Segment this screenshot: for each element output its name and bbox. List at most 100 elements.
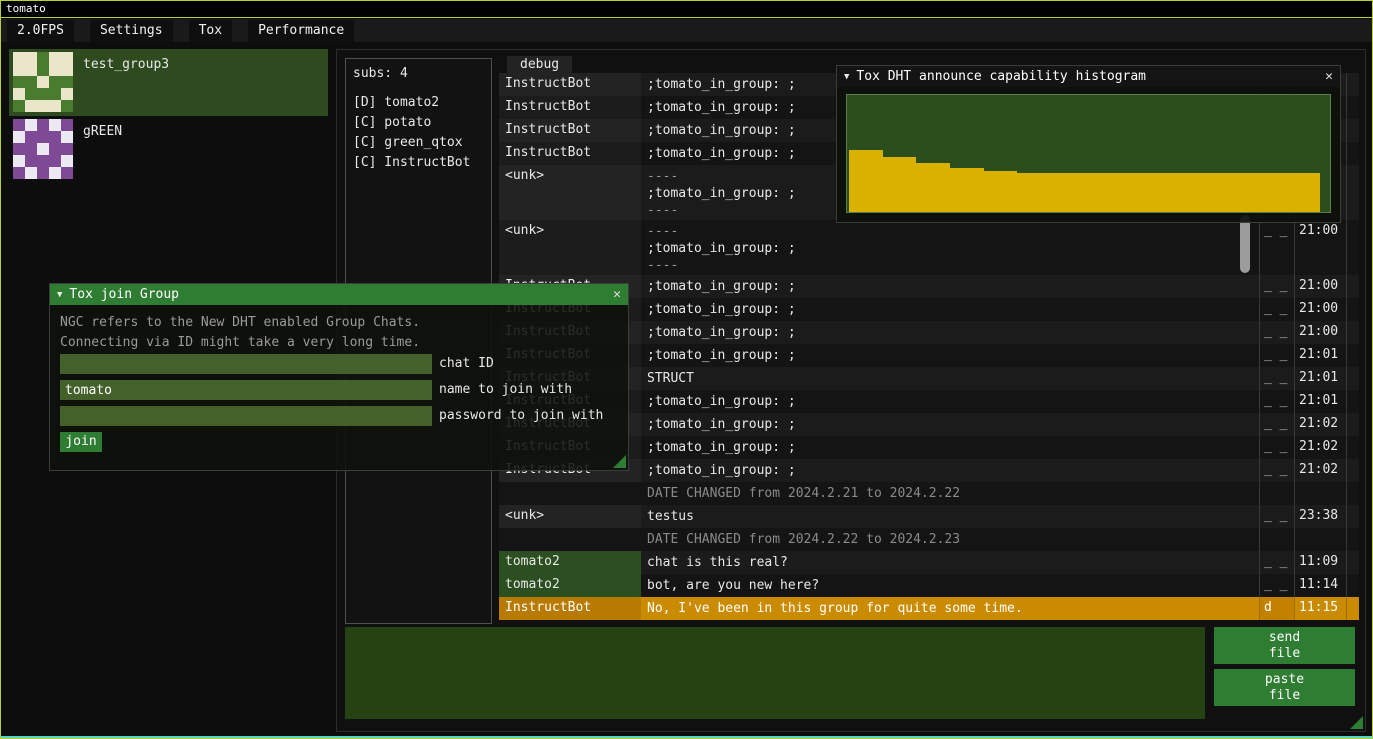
message-row[interactable]: tomato2chat is this real?_ _11:09 bbox=[499, 551, 1359, 574]
button-label-line: send bbox=[1269, 630, 1300, 646]
message-text: No, I've been in this group for quite so… bbox=[641, 597, 1259, 620]
message-author: InstructBot bbox=[499, 142, 641, 165]
member-item[interactable]: [D] tomato2 bbox=[353, 93, 491, 113]
date-changed-text: DATE CHANGED from 2024.2.21 to 2024.2.22 bbox=[641, 482, 1259, 505]
message-time: 23:38 bbox=[1295, 505, 1347, 528]
histogram-bar bbox=[1051, 173, 1068, 212]
message-text: ;tomato_in_group: ; bbox=[641, 459, 1259, 482]
message-input[interactable] bbox=[345, 627, 1205, 719]
message-time: 21:00 bbox=[1295, 275, 1347, 298]
message-time: 21:02 bbox=[1295, 436, 1347, 459]
button-label-line: file bbox=[1269, 688, 1300, 704]
join-button[interactable]: join bbox=[60, 432, 102, 452]
message-author: <unk> bbox=[499, 220, 641, 275]
histogram-bar bbox=[1034, 173, 1051, 212]
join-body: NGC refers to the New DHT enabled Group … bbox=[50, 305, 628, 470]
join-group-window: ▼ Tox join Group ✕ NGC refers to the New… bbox=[49, 283, 629, 471]
chat-id-input[interactable] bbox=[60, 354, 432, 374]
resize-grip-icon[interactable] bbox=[1350, 716, 1363, 729]
group-avatar bbox=[13, 52, 73, 112]
message-time: 21:01 bbox=[1295, 344, 1347, 367]
resize-grip-icon[interactable] bbox=[613, 455, 626, 468]
join-info-line-1: NGC refers to the New DHT enabled Group … bbox=[60, 313, 420, 333]
member-item[interactable]: [C] potato bbox=[353, 113, 491, 133]
close-icon[interactable]: ✕ bbox=[613, 287, 621, 302]
histogram-bar bbox=[1287, 173, 1304, 212]
join-titlebar[interactable]: ▼ Tox join Group ✕ bbox=[50, 284, 628, 305]
message-time: 21:00 bbox=[1295, 298, 1347, 321]
message-author: InstructBot bbox=[499, 119, 641, 142]
histogram-titlebar[interactable]: ▼ Tox DHT announce capability histogram … bbox=[837, 66, 1340, 87]
field-label: password to join with bbox=[439, 406, 603, 426]
message-text: ;tomato_in_group: ; bbox=[641, 413, 1259, 436]
message-time: 21:02 bbox=[1295, 413, 1347, 436]
send-file-button[interactable]: send file bbox=[1214, 627, 1355, 664]
histogram-bar bbox=[1085, 173, 1102, 212]
menu-item-tox[interactable]: Tox bbox=[189, 20, 232, 42]
button-label-line: paste bbox=[1265, 672, 1304, 688]
message-time: 11:15 bbox=[1295, 597, 1347, 620]
message-row[interactable]: <unk>----;tomato_in_group: ;----_ _21:00 bbox=[499, 220, 1359, 275]
histogram-bar bbox=[916, 163, 933, 212]
group-list: test_group3gREEN bbox=[9, 49, 328, 183]
window-bottom-edge bbox=[1, 736, 1372, 738]
histogram-bar bbox=[950, 168, 967, 212]
message-text: ;tomato_in_group: ; bbox=[641, 298, 1259, 321]
menu-item-performance[interactable]: Performance bbox=[248, 20, 354, 42]
message-flags: _ _ bbox=[1259, 505, 1295, 528]
date-separator-row[interactable]: DATE CHANGED from 2024.2.21 to 2024.2.22 bbox=[499, 482, 1359, 505]
join-fields: chat IDname to join withpassword to join… bbox=[60, 354, 603, 432]
histogram-bar bbox=[1270, 173, 1287, 212]
tab-debug[interactable]: debug bbox=[507, 56, 572, 73]
histogram-bar bbox=[1068, 173, 1085, 212]
message-flags: _ _ bbox=[1259, 390, 1295, 413]
histogram-bar bbox=[1135, 173, 1152, 212]
member-item[interactable]: [C] InstructBot bbox=[353, 153, 491, 173]
close-icon[interactable]: ✕ bbox=[1325, 69, 1333, 84]
histogram-bar bbox=[1219, 173, 1236, 212]
message-author: InstructBot bbox=[499, 73, 641, 96]
message-flags: _ _ bbox=[1259, 436, 1295, 459]
histogram-bar bbox=[866, 150, 883, 212]
message-flags: _ _ bbox=[1259, 413, 1295, 436]
message-text: bot, are you new here? bbox=[641, 574, 1259, 597]
histogram-bar bbox=[933, 163, 950, 212]
message-row[interactable]: tomato2bot, are you new here?_ _11:14 bbox=[499, 574, 1359, 597]
menu-item-settings[interactable]: Settings bbox=[90, 20, 173, 42]
collapse-arrow-icon[interactable]: ▼ bbox=[57, 290, 62, 300]
date-separator-row[interactable]: DATE CHANGED from 2024.2.22 to 2024.2.23 bbox=[499, 528, 1359, 551]
message-flags bbox=[1259, 482, 1295, 505]
collapse-arrow-icon[interactable]: ▼ bbox=[844, 72, 849, 82]
message-flags: _ _ bbox=[1259, 551, 1295, 574]
message-row[interactable]: InstructBotNo, I've been in this group f… bbox=[499, 597, 1359, 620]
histogram-bar bbox=[899, 157, 916, 212]
join-name-input[interactable] bbox=[60, 380, 432, 400]
histogram-body bbox=[837, 87, 1340, 222]
chat-scrollbar[interactable] bbox=[1240, 215, 1250, 273]
histogram-bar bbox=[1169, 173, 1186, 212]
message-author: InstructBot bbox=[499, 96, 641, 119]
titlebar[interactable]: tomato bbox=[1, 1, 1372, 18]
message-author: <unk> bbox=[499, 165, 641, 220]
message-flags: _ _ bbox=[1259, 275, 1295, 298]
member-item[interactable]: [C] green_qtox bbox=[353, 133, 491, 153]
date-changed-text: DATE CHANGED from 2024.2.22 to 2024.2.23 bbox=[641, 528, 1259, 551]
group-item-test_group3[interactable]: test_group3 bbox=[9, 49, 328, 116]
paste-file-button[interactable]: paste file bbox=[1214, 669, 1355, 706]
message-flags: _ _ bbox=[1259, 298, 1295, 321]
join-password-input[interactable] bbox=[60, 406, 432, 426]
message-time: 11:09 bbox=[1295, 551, 1347, 574]
group-item-gREEN[interactable]: gREEN bbox=[9, 116, 328, 183]
message-row[interactable]: <unk>testus_ _23:38 bbox=[499, 505, 1359, 528]
message-flags: _ _ bbox=[1259, 459, 1295, 482]
histogram-bar bbox=[1186, 173, 1203, 212]
histogram-bar bbox=[1017, 173, 1034, 212]
message-time: 21:00 bbox=[1295, 220, 1347, 275]
message-time: 21:01 bbox=[1295, 367, 1347, 390]
histogram-bar bbox=[984, 171, 1001, 212]
message-flags: _ _ bbox=[1259, 367, 1295, 390]
histogram-bar bbox=[967, 168, 984, 212]
message-text: ;tomato_in_group: ; bbox=[641, 344, 1259, 367]
subs-header: subs: 4 bbox=[353, 66, 491, 81]
message-flags: _ _ bbox=[1259, 344, 1295, 367]
